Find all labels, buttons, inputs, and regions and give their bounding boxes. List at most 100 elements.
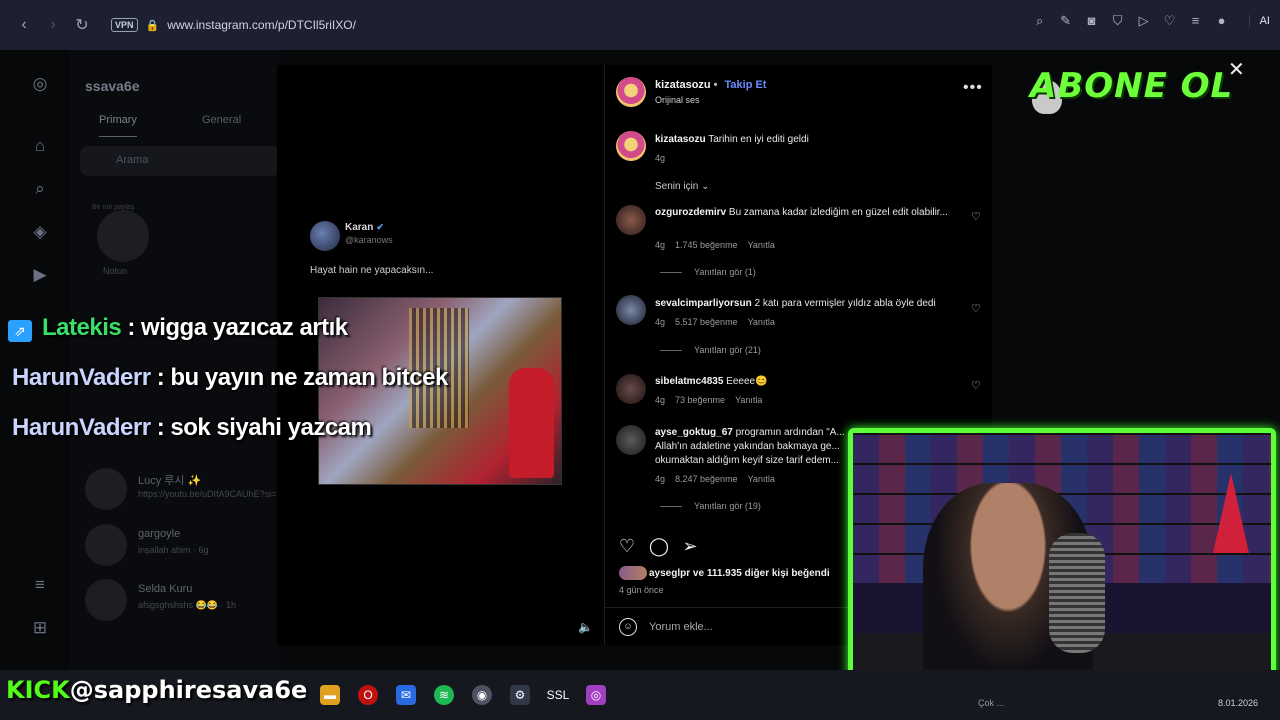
folder-icon[interactable]: ▬ (320, 685, 340, 705)
dm-search-input[interactable]: Arama (80, 146, 280, 176)
home-icon[interactable]: ⌂ (30, 136, 50, 156)
reels-icon[interactable]: ▶ (30, 265, 50, 285)
note-item[interactable]: Bir not paylaş Notun (85, 204, 280, 276)
settings-icon[interactable]: ⚙ (510, 685, 530, 705)
list-item[interactable]: Selda Kuru afsgsghshshs 😂😂 · 1h (85, 579, 280, 629)
comment-input[interactable]: Yorum ekle... (649, 621, 713, 633)
caption: kizatasozu Tarihin en iyi editi geldi (655, 133, 955, 147)
explore-icon[interactable]: ◈ (30, 222, 50, 242)
vpn-badge[interactable]: VPN (111, 18, 138, 32)
back-icon[interactable]: ‹ (10, 11, 38, 39)
view-replies-button[interactable]: Yanıtları gör (21) (660, 345, 761, 355)
like-comment-icon[interactable]: ♡ (971, 210, 981, 223)
share-icon[interactable]: ➢ (679, 535, 701, 557)
view-replies-button[interactable]: Yanıtları gör (1) (660, 267, 756, 277)
dm-preview: inşallah abim · 6g (138, 545, 209, 555)
menu-icon[interactable]: ≡ (1189, 14, 1203, 28)
comment-likes[interactable]: 5.517 beğenme (675, 317, 738, 327)
lock-icon[interactable]: 🔒 (146, 19, 160, 32)
camera-icon[interactable]: ◙ (1085, 14, 1099, 28)
like-icon[interactable]: ♡ (616, 535, 638, 557)
instagram-logo-icon[interactable]: ◎ (30, 74, 50, 94)
tray-text: Çok ... (978, 698, 1005, 708)
volume-icon[interactable]: 🔈 (578, 620, 593, 634)
view-replies-button[interactable]: Yanıtları gör (19) (660, 501, 761, 511)
avatar[interactable] (616, 295, 646, 325)
play-icon[interactable]: ▷ (1137, 14, 1151, 28)
like-comment-icon[interactable]: ♡ (971, 379, 981, 392)
opera-icon[interactable]: O (358, 685, 378, 705)
address-bar[interactable]: www.instagram.com/p/DTCIl5riIXO/ (167, 18, 356, 32)
comment-icon[interactable]: ◯ (648, 535, 670, 557)
ai-button[interactable]: AI (1248, 15, 1270, 27)
list-item[interactable]: gargoyle inşallah abim · 6g (85, 524, 280, 574)
dm-name: Lucy 루시 ✨ (138, 475, 202, 487)
liker-avatars[interactable] (619, 566, 647, 580)
instagram-icon[interactable]: ◎ (586, 685, 606, 705)
app-icon[interactable]: ◉ (472, 685, 492, 705)
avatar[interactable] (616, 205, 646, 235)
comment-user[interactable]: ozgurozdemirv (655, 207, 726, 218)
spotify-icon[interactable]: ≋ (434, 685, 454, 705)
caption-user[interactable]: kizatasozu (655, 134, 706, 145)
like-comment-icon[interactable]: ♡ (971, 302, 981, 315)
stream-chat-overlay: ⇗ Latekis : wigga yazıcaz artık HarunVad… (0, 308, 510, 450)
caption-age: 4g (655, 153, 666, 163)
reply-button[interactable]: Yanıtla (748, 317, 775, 327)
note-label: Notun (103, 266, 128, 276)
avatar[interactable] (616, 77, 646, 107)
comment-body: 2 katı para vermişler yıldız abla öyle d… (754, 298, 936, 309)
comment-likes[interactable]: 8.247 beğenme (675, 474, 738, 484)
reply-button[interactable]: Yanıtla (735, 395, 762, 405)
avatar[interactable] (616, 131, 646, 161)
reply-button[interactable]: Yanıtla (748, 474, 775, 484)
heart-icon[interactable]: ♡ (1163, 14, 1177, 28)
webcam-overlay (848, 428, 1276, 692)
comment-user[interactable]: ayse_goktug_67 (655, 427, 733, 438)
more-menu-icon[interactable]: ≡ (30, 575, 50, 595)
emoji-icon[interactable]: ☺ (619, 618, 637, 636)
comment-text: sevalcimparliyorsun 2 katı para vermişle… (655, 297, 955, 311)
list-item[interactable]: Lucy 루시 ✨ https://youtu.be/uDIfA9CAUhE?s… (85, 468, 280, 518)
chat-message: Latekis : wigga yazıcaz artık (42, 314, 348, 342)
ssl-icon[interactable]: SSL (546, 685, 570, 705)
reload-icon[interactable]: ↻ (68, 11, 96, 39)
comment-likes[interactable]: 73 beğenme (675, 395, 725, 405)
kick-handle: @sapphiresava6e (69, 676, 308, 704)
tab-general[interactable]: General (202, 114, 241, 126)
post-author-name[interactable]: kizatasozu (655, 79, 711, 91)
comment-text: ozgurozdemirv Bu zamana kadar izlediğim … (655, 206, 955, 220)
reply-button[interactable]: Yanıtla (748, 240, 775, 250)
kick-icon: ⇗ (8, 320, 32, 342)
avatar[interactable] (616, 425, 646, 455)
profile-icon[interactable]: ● (1215, 14, 1229, 28)
sort-dropdown[interactable]: Senin için ⌄ (655, 181, 710, 192)
dm-username[interactable]: ssava6e (85, 78, 140, 94)
avatar[interactable] (616, 374, 646, 404)
forward-icon[interactable]: › (39, 11, 67, 39)
chevron-down-icon: ⌄ (701, 181, 710, 192)
edit-icon[interactable]: ✎ (1059, 14, 1073, 28)
comment-user[interactable]: sibelatmc4835 (655, 376, 723, 387)
search-icon[interactable]: ⌕ (30, 179, 50, 199)
mail-icon[interactable]: ✉ (396, 685, 416, 705)
more-options-icon[interactable]: ••• (963, 79, 983, 97)
shield-icon[interactable]: ⛉ (1111, 14, 1125, 28)
chat-text: : wigga yazıcaz artık (127, 314, 348, 341)
toolbar-actions: ⌕ ✎ ◙ ⛉ ▷ ♡ ≡ ● AI (1033, 14, 1270, 28)
like-count[interactable]: aysegl­pr ve 111.935 diğer kişi beğendi (649, 568, 830, 579)
search-icon[interactable]: ⌕ (1033, 14, 1047, 28)
dm-name: Selda Kuru (138, 583, 193, 595)
meta-icon[interactable]: ⊞ (30, 618, 50, 638)
comment-user[interactable]: sevalcimparliyorsun (655, 298, 752, 309)
chat-text: : sok siyahi yazcam (156, 414, 372, 441)
sort-label: Senin için (655, 181, 699, 192)
dm-preview: afsgsghshshs 😂😂 · 1h (138, 600, 236, 610)
follow-button[interactable]: Takip Et (725, 79, 767, 91)
audio-label[interactable]: Orijinal ses (655, 95, 700, 105)
tab-primary[interactable]: Primary (99, 114, 137, 137)
comment-likes[interactable]: 1.745 beğenme (675, 240, 738, 250)
subscribe-overlay: ABONE OL (1030, 66, 1234, 106)
comment-age: 4g (655, 240, 666, 250)
verified-icon: ✔ (376, 222, 384, 232)
